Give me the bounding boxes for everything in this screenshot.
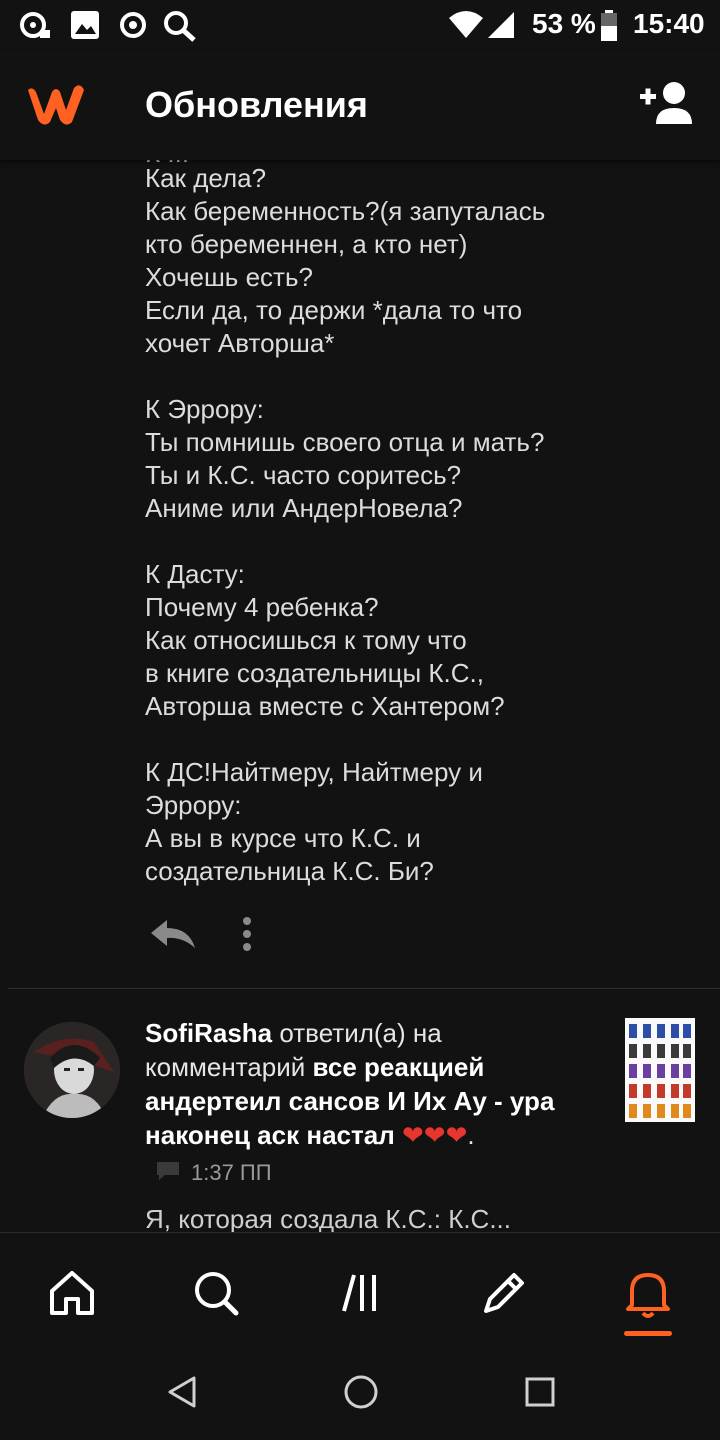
message-body: Как дела? Как беременность?(я запуталась…: [145, 163, 546, 886]
more-options-icon[interactable]: [241, 916, 253, 959]
bottom-nav: [0, 1232, 720, 1351]
avatar[interactable]: [24, 1022, 120, 1118]
comment-icon: [155, 1160, 181, 1188]
notifications-icon[interactable]: [618, 1263, 678, 1323]
status-bar: 53 % 15:40: [0, 0, 720, 50]
reply-icon[interactable]: [149, 918, 197, 957]
notification-text[interactable]: SofiRasha ответил(а) на комментарий все …: [145, 1016, 585, 1152]
signal-icon: [486, 10, 516, 45]
active-tab-indicator: [624, 1331, 672, 1336]
write-icon[interactable]: [474, 1263, 534, 1323]
sync-icon: [18, 10, 52, 45]
notification-meta: 1:37 ПП: [155, 1160, 272, 1188]
app-bar: Обновления: [0, 50, 720, 160]
comment-preview: Я, которая создала К.С.: К.С...: [145, 1204, 512, 1232]
page-title: Обновления: [145, 84, 368, 125]
search-icon[interactable]: [186, 1263, 246, 1323]
notification-user[interactable]: SofiRasha: [145, 1018, 272, 1048]
wattpad-logo-icon[interactable]: [22, 80, 88, 133]
notification-time: 1:37 ПП: [191, 1160, 272, 1185]
back-icon[interactable]: [164, 1372, 200, 1417]
system-nav-bar: [0, 1350, 720, 1440]
battery-icon: [600, 10, 618, 47]
notification-trailing: .: [467, 1120, 475, 1150]
recents-icon[interactable]: [522, 1372, 558, 1417]
search-icon: [163, 10, 197, 47]
updates-feed[interactable]: К ... Как дела? Как беременность?(я запу…: [0, 160, 720, 1232]
add-user-icon[interactable]: [638, 80, 696, 131]
record-icon: [118, 10, 148, 45]
divider: [8, 988, 720, 989]
clock: 15:40: [633, 8, 705, 39]
home-button-icon[interactable]: [341, 1372, 381, 1417]
story-thumbnail[interactable]: [625, 1018, 695, 1122]
heart-icon: ❤: [401, 1120, 424, 1150]
wifi-icon: [448, 10, 484, 45]
home-icon[interactable]: [42, 1263, 102, 1323]
heart-icon: ❤: [445, 1120, 468, 1150]
library-icon[interactable]: [330, 1263, 390, 1323]
image-icon: [70, 10, 100, 45]
battery-percent: 53 %: [532, 8, 596, 39]
heart-icon: ❤: [423, 1120, 446, 1150]
